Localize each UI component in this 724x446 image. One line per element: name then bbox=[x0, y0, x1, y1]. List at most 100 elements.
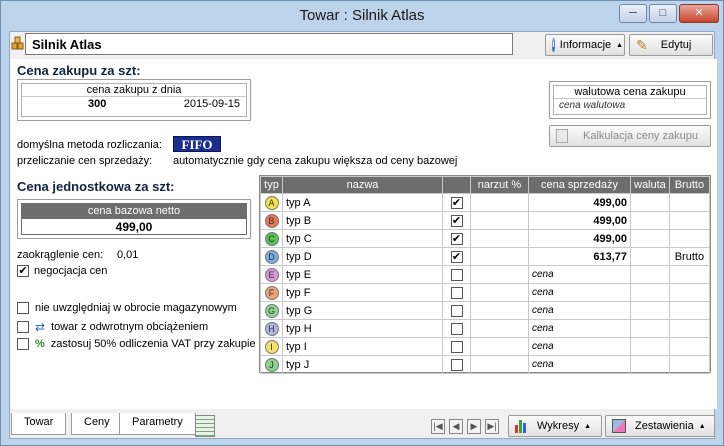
table-row[interactable]: Ityp I cena bbox=[260, 337, 711, 356]
currency-cell[interactable] bbox=[630, 193, 670, 212]
brutto-cell[interactable] bbox=[668, 211, 711, 230]
currency-cell[interactable] bbox=[630, 355, 670, 374]
active-checkbox[interactable] bbox=[450, 322, 463, 335]
product-name-field[interactable]: Silnik Atlas bbox=[25, 33, 513, 55]
active-cell[interactable] bbox=[442, 283, 471, 302]
brutto-cell[interactable] bbox=[668, 337, 711, 356]
info-button[interactable]: i Informacje ▲ bbox=[545, 34, 625, 56]
active-checkbox[interactable]: ✔ bbox=[450, 250, 463, 263]
markup-cell[interactable] bbox=[470, 211, 529, 230]
tab-parametry[interactable]: Parametry bbox=[119, 413, 196, 435]
grid-header-2[interactable] bbox=[442, 176, 471, 194]
last-record-button[interactable]: ▶| bbox=[485, 419, 499, 434]
table-row[interactable]: Htyp H cena bbox=[260, 319, 711, 338]
active-cell[interactable] bbox=[442, 355, 471, 374]
next-record-button[interactable]: ▶ bbox=[467, 419, 481, 434]
active-checkbox[interactable] bbox=[450, 268, 463, 281]
currency-cell[interactable] bbox=[630, 265, 670, 284]
grid-header-1[interactable]: nazwa bbox=[282, 176, 443, 194]
option-warehouse-row[interactable]: nie uwzględniaj w obrocie magazynowym bbox=[17, 302, 237, 314]
active-cell[interactable]: ✔ bbox=[442, 193, 471, 212]
active-checkbox[interactable]: ✔ bbox=[450, 214, 463, 227]
close-button[interactable]: ✕ bbox=[679, 4, 719, 23]
charts-button[interactable]: Wykresy ▲ bbox=[508, 415, 602, 437]
sale-price-cell[interactable]: 613,77 bbox=[528, 247, 631, 266]
table-row[interactable]: Gtyp G cena bbox=[260, 301, 711, 320]
active-checkbox[interactable] bbox=[450, 358, 463, 371]
markup-cell[interactable] bbox=[470, 337, 529, 356]
grid-header-5[interactable]: waluta bbox=[630, 176, 670, 194]
active-cell[interactable] bbox=[442, 337, 471, 356]
currency-cell[interactable] bbox=[630, 247, 670, 266]
active-checkbox[interactable] bbox=[450, 340, 463, 353]
option-warehouse-checkbox[interactable] bbox=[17, 302, 29, 314]
first-record-button[interactable]: |◀ bbox=[431, 419, 445, 434]
sale-price-cell[interactable]: cena bbox=[528, 265, 631, 284]
table-row[interactable]: Ctyp C ✔ 499,00 bbox=[260, 229, 711, 248]
reports-button[interactable]: Zestawienia ▲ bbox=[605, 415, 715, 437]
brutto-cell[interactable] bbox=[668, 301, 711, 320]
sale-price-cell[interactable]: 499,00 bbox=[528, 211, 631, 230]
active-cell[interactable] bbox=[442, 319, 471, 338]
currency-cell[interactable] bbox=[630, 301, 670, 320]
currency-cell[interactable] bbox=[630, 229, 670, 248]
table-row[interactable]: Btyp B ✔ 499,00 bbox=[260, 211, 711, 230]
rounding-value[interactable]: 0,01 bbox=[117, 249, 138, 261]
active-checkbox[interactable] bbox=[450, 304, 463, 317]
sale-price-cell[interactable]: 499,00 bbox=[528, 193, 631, 212]
table-row[interactable]: Jtyp J cena bbox=[260, 355, 711, 374]
tab-ceny[interactable]: Ceny bbox=[71, 413, 123, 435]
table-row[interactable]: Atyp A ✔ 499,00 bbox=[260, 193, 711, 212]
markup-cell[interactable] bbox=[470, 355, 529, 374]
brutto-cell[interactable] bbox=[668, 355, 711, 374]
markup-cell[interactable] bbox=[470, 301, 529, 320]
edit-button[interactable]: ✎ Edytuj bbox=[629, 34, 713, 56]
currency-cell[interactable] bbox=[630, 337, 670, 356]
active-checkbox[interactable]: ✔ bbox=[450, 232, 463, 245]
maximize-button[interactable]: □ bbox=[649, 4, 677, 23]
currency-cell[interactable] bbox=[630, 319, 670, 338]
minimize-button[interactable]: ─ bbox=[619, 4, 647, 23]
grid-header-0[interactable]: typ bbox=[260, 176, 283, 194]
active-cell[interactable]: ✔ bbox=[442, 211, 471, 230]
sale-price-cell[interactable]: 499,00 bbox=[528, 229, 631, 248]
active-checkbox[interactable]: ✔ bbox=[450, 196, 463, 209]
active-cell[interactable]: ✔ bbox=[442, 229, 471, 248]
option-vat-row[interactable]: % zastosuj 50% odliczenia VAT przy zakup… bbox=[17, 338, 256, 350]
table-row[interactable]: Ftyp F cena bbox=[260, 283, 711, 302]
option-reverse-charge-row[interactable]: ⇄ towar z odwrotnym obciążeniem bbox=[17, 320, 208, 334]
prev-record-button[interactable]: ◀ bbox=[449, 419, 463, 434]
markup-cell[interactable] bbox=[470, 283, 529, 302]
notes-icon[interactable] bbox=[195, 415, 215, 437]
markup-cell[interactable] bbox=[470, 193, 529, 212]
brutto-cell[interactable] bbox=[668, 265, 711, 284]
purchase-calc-button[interactable]: Kalkulacja ceny zakupu bbox=[549, 125, 711, 147]
sale-price-cell[interactable]: cena bbox=[528, 319, 631, 338]
sale-price-cell[interactable]: cena bbox=[528, 301, 631, 320]
negotiation-checkbox-row[interactable]: ✔ negocjacja cen bbox=[17, 265, 107, 277]
negotiation-checkbox[interactable]: ✔ bbox=[17, 265, 29, 277]
active-cell[interactable] bbox=[442, 301, 471, 320]
option-reverse-charge-checkbox[interactable] bbox=[17, 321, 29, 333]
markup-cell[interactable] bbox=[470, 319, 529, 338]
active-checkbox[interactable] bbox=[450, 286, 463, 299]
brutto-cell[interactable] bbox=[668, 283, 711, 302]
active-cell[interactable]: ✔ bbox=[442, 247, 471, 266]
grid-header-6[interactable]: Brutto bbox=[668, 176, 711, 194]
currency-cell[interactable] bbox=[630, 211, 670, 230]
brutto-cell[interactable] bbox=[668, 193, 711, 212]
grid-header-3[interactable]: narzut % bbox=[470, 176, 529, 194]
currency-cell[interactable] bbox=[630, 283, 670, 302]
sale-price-cell[interactable]: cena bbox=[528, 355, 631, 374]
brutto-cell[interactable] bbox=[668, 319, 711, 338]
tab-towar[interactable]: Towar bbox=[11, 413, 67, 435]
markup-cell[interactable] bbox=[470, 229, 529, 248]
brutto-cell[interactable]: Brutto bbox=[668, 247, 711, 266]
grid-header-4[interactable]: cena sprzedaży bbox=[528, 176, 631, 194]
sale-price-cell[interactable]: cena bbox=[528, 337, 631, 356]
table-row[interactable]: Etyp E cena bbox=[260, 265, 711, 284]
sale-price-cell[interactable]: cena bbox=[528, 283, 631, 302]
active-cell[interactable] bbox=[442, 265, 471, 284]
table-row[interactable]: Dtyp D ✔ 613,77 Brutto bbox=[260, 247, 711, 266]
markup-cell[interactable] bbox=[470, 247, 529, 266]
